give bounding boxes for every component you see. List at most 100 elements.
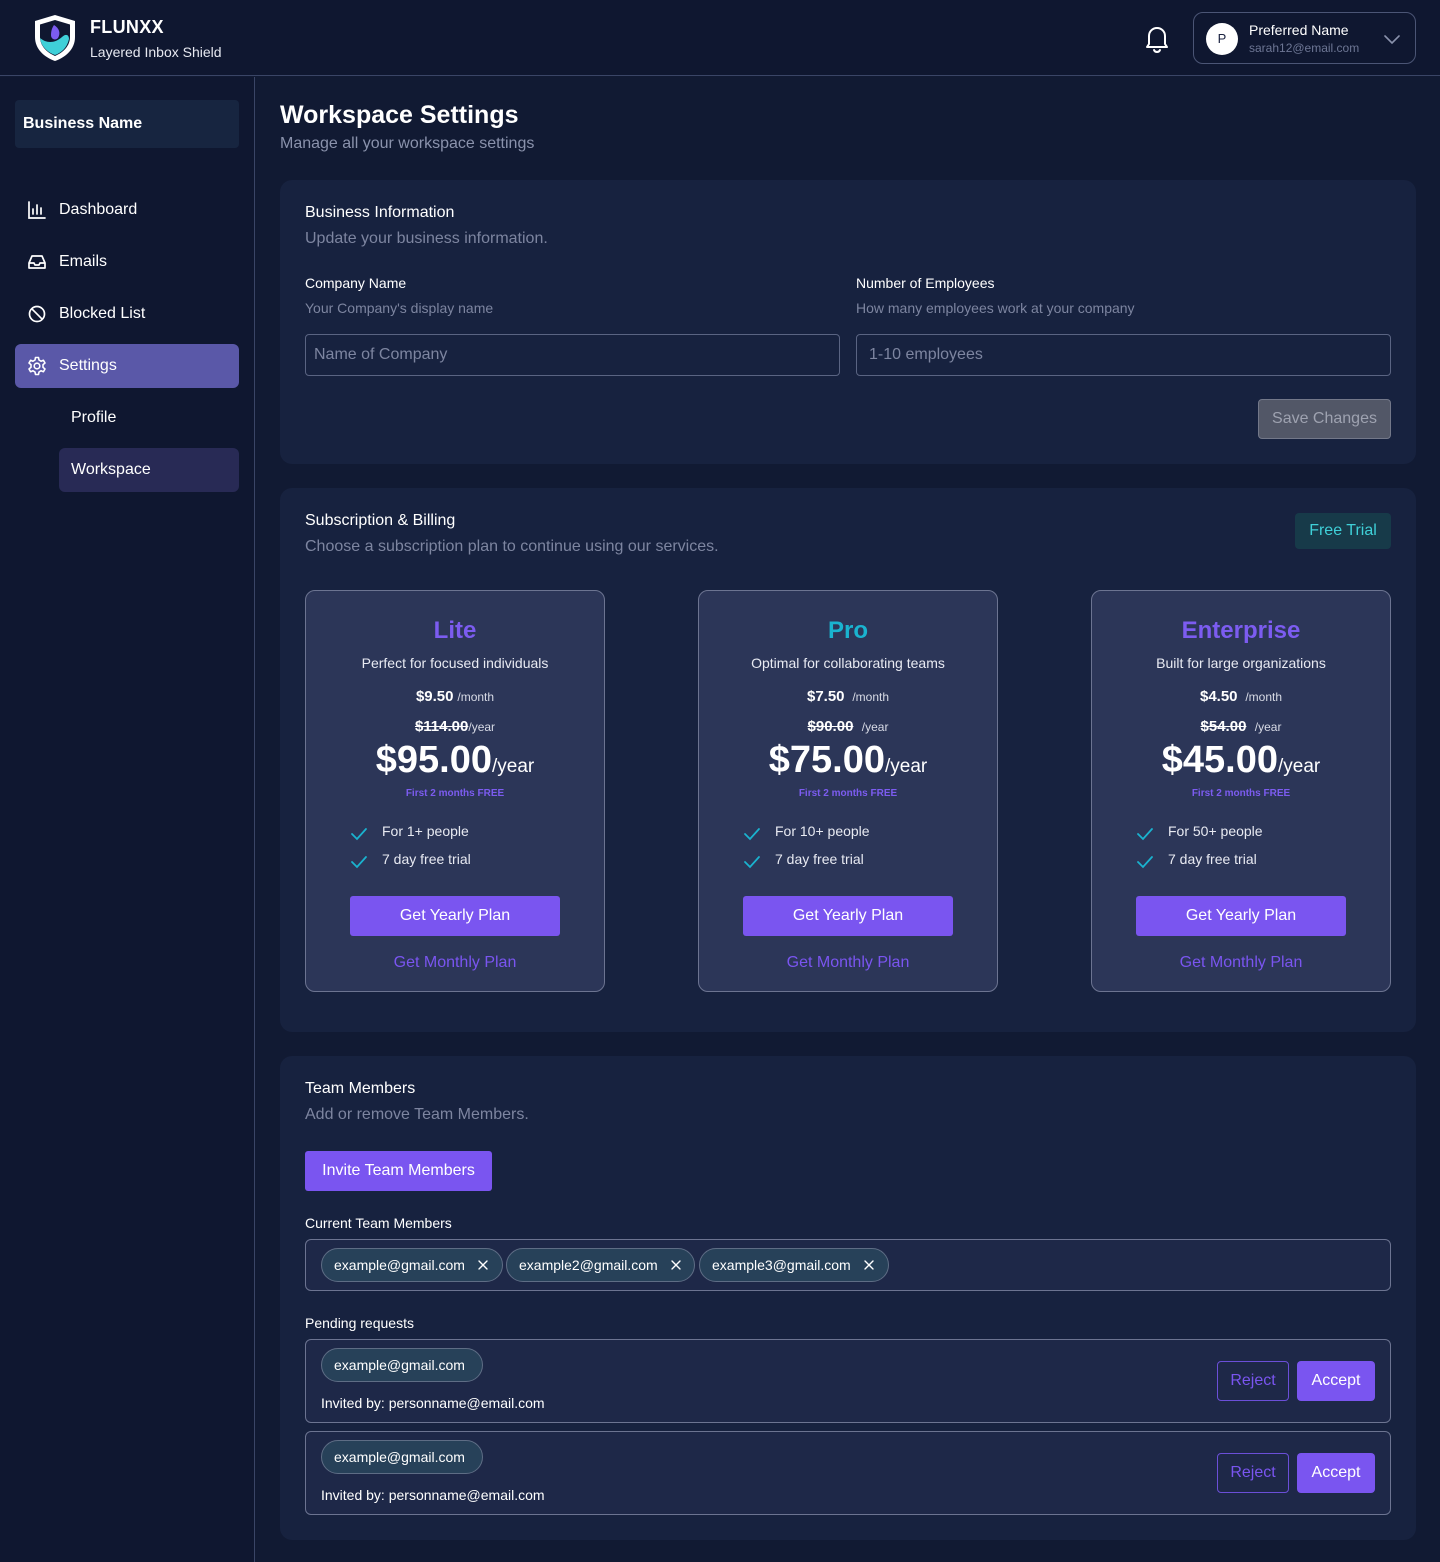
- plan-monthly-price: $9.50 /month: [415, 688, 495, 705]
- reject-button[interactable]: Reject: [1217, 1453, 1289, 1493]
- get-yearly-plan-button[interactable]: Get Yearly Plan: [743, 896, 953, 936]
- get-monthly-plan-link[interactable]: Get Monthly Plan: [1092, 954, 1390, 972]
- check-icon: [1137, 856, 1153, 869]
- top-header: FLUNXX Layered Inbox Shield P Preferred …: [0, 0, 1440, 76]
- bar-chart-icon: [28, 201, 46, 219]
- remove-icon[interactable]: [863, 1259, 875, 1271]
- company-name-help: Your Company's display name: [305, 300, 494, 316]
- pending-request-row: example@gmail.com Invited by: personname…: [305, 1339, 1391, 1423]
- check-icon: [1137, 828, 1153, 841]
- sidebar-item-label: Dashboard: [59, 201, 138, 218]
- business-name-selector[interactable]: Business Name: [15, 100, 239, 148]
- free-trial-badge: Free Trial: [1295, 513, 1391, 549]
- chevron-down-icon: [1384, 35, 1400, 45]
- page-subtitle: Manage all your workspace settings: [280, 135, 535, 152]
- plan-yearly-price: $95.00/year: [375, 739, 535, 781]
- plan-original-yearly-price: $90.00 /year: [807, 718, 889, 735]
- notification-bell-icon[interactable]: [1141, 22, 1173, 54]
- section-subtitle: Update your business information.: [305, 230, 548, 247]
- employees-label: Number of Employees: [856, 275, 995, 291]
- sidebar-item-label: Blocked List: [59, 305, 146, 322]
- get-yearly-plan-button[interactable]: Get Yearly Plan: [1136, 896, 1346, 936]
- section-subtitle: Choose a subscription plan to continue u…: [305, 538, 719, 555]
- get-monthly-plan-link[interactable]: Get Monthly Plan: [306, 954, 604, 972]
- plan-yearly-price: $45.00/year: [1161, 739, 1321, 781]
- member-email: example3@gmail.com: [712, 1257, 851, 1273]
- get-yearly-plan-button[interactable]: Get Yearly Plan: [350, 896, 560, 936]
- shield-logo-icon: [35, 15, 75, 61]
- plan-original-yearly-price: $114.00/year: [414, 718, 496, 735]
- plan-original-yearly-price: $54.00 /year: [1200, 718, 1282, 735]
- plan-description: Optimal for collaborating teams: [751, 655, 945, 671]
- page-title: Workspace Settings: [280, 101, 519, 129]
- inbox-icon: [28, 255, 46, 269]
- business-info-card: Business Information Update your busines…: [280, 180, 1416, 464]
- section-title: Business Information: [305, 204, 455, 221]
- member-chip: example3@gmail.com: [699, 1248, 889, 1282]
- plan-yearly-price: $75.00/year: [768, 739, 928, 781]
- pending-email-chip: example@gmail.com: [321, 1348, 483, 1382]
- sidebar-subitem-workspace[interactable]: Workspace: [59, 448, 239, 492]
- blocked-icon: [28, 305, 46, 323]
- company-name-label: Company Name: [305, 275, 407, 291]
- user-menu[interactable]: P Preferred Name sarah12@email.com: [1193, 12, 1416, 64]
- pending-email-chip: example@gmail.com: [321, 1440, 483, 1474]
- accept-button[interactable]: Accept: [1297, 1453, 1375, 1493]
- plan-name: Enterprise: [1181, 617, 1301, 644]
- section-title: Team Members: [305, 1080, 416, 1097]
- section-title: Subscription & Billing: [305, 512, 456, 529]
- sidebar-item-label: Settings: [59, 357, 117, 374]
- check-icon: [744, 856, 760, 869]
- check-icon: [744, 828, 760, 841]
- check-icon: [351, 856, 367, 869]
- sidebar-item-settings[interactable]: Settings: [15, 344, 239, 388]
- sidebar-item-blocked-list[interactable]: Blocked List: [15, 292, 239, 336]
- member-chip: example2@gmail.com: [506, 1248, 695, 1282]
- user-name: Preferred Name: [1249, 22, 1349, 38]
- brand-name: FLUNXX: [90, 17, 164, 37]
- save-changes-button[interactable]: Save Changes: [1258, 399, 1391, 439]
- employees-select[interactable]: [856, 334, 1391, 376]
- plan-description: Built for large organizations: [1156, 655, 1326, 671]
- plan-card-enterprise: Enterprise Built for large organizations…: [1091, 590, 1391, 992]
- sidebar-subitem-profile[interactable]: Profile: [59, 396, 239, 440]
- pending-email: example@gmail.com: [334, 1449, 465, 1465]
- reject-button[interactable]: Reject: [1217, 1361, 1289, 1401]
- current-members-box: example@gmail.com example2@gmail.com exa…: [305, 1239, 1391, 1291]
- member-chip: example@gmail.com: [321, 1248, 503, 1282]
- avatar: P: [1206, 23, 1238, 55]
- accept-button[interactable]: Accept: [1297, 1361, 1375, 1401]
- current-members-label: Current Team Members: [305, 1215, 452, 1231]
- plan-promo: First 2 months FREE: [798, 788, 898, 799]
- sidebar-item-emails[interactable]: Emails: [15, 240, 239, 284]
- sidebar-item-label: Emails: [59, 253, 108, 270]
- pending-requests-label: Pending requests: [305, 1315, 414, 1331]
- get-monthly-plan-link[interactable]: Get Monthly Plan: [699, 954, 997, 972]
- pending-request-row: example@gmail.com Invited by: personname…: [305, 1431, 1391, 1515]
- plan-name: Lite: [433, 617, 477, 644]
- company-name-input[interactable]: [305, 334, 840, 376]
- sidebar-item-dashboard[interactable]: Dashboard: [15, 188, 239, 232]
- remove-icon[interactable]: [477, 1259, 489, 1271]
- plan-description: Perfect for focused individuals: [361, 655, 549, 671]
- check-icon: [351, 828, 367, 841]
- plan-card-pro: Pro Optimal for collaborating teams $7.5…: [698, 590, 998, 992]
- invite-team-members-button[interactable]: Invite Team Members: [305, 1151, 492, 1191]
- plan-promo: First 2 months FREE: [405, 788, 505, 799]
- plan-promo: First 2 months FREE: [1191, 788, 1291, 799]
- plan-name: Pro: [827, 617, 868, 644]
- user-email: sarah12@email.com: [1249, 41, 1360, 55]
- sidebar: Business Name Dashboard Emails Blocked L…: [0, 77, 255, 1562]
- pending-email: example@gmail.com: [334, 1357, 465, 1373]
- section-subtitle: Add or remove Team Members.: [305, 1106, 529, 1123]
- member-email: example2@gmail.com: [519, 1257, 658, 1273]
- plan-monthly-price: $7.50 /month: [806, 688, 889, 705]
- plan-card-lite: Lite Perfect for focused individuals $9.…: [305, 590, 605, 992]
- plan-monthly-price: $4.50 /month: [1199, 688, 1282, 705]
- team-members-card: Team Members Add or remove Team Members.…: [280, 1056, 1416, 1540]
- employees-help: How many employees work at your company: [856, 300, 1135, 316]
- brand-tagline: Layered Inbox Shield: [90, 44, 222, 60]
- member-email: example@gmail.com: [334, 1257, 465, 1273]
- remove-icon[interactable]: [670, 1259, 682, 1271]
- invited-by-text: Invited by: personname@email.com: [321, 1395, 545, 1411]
